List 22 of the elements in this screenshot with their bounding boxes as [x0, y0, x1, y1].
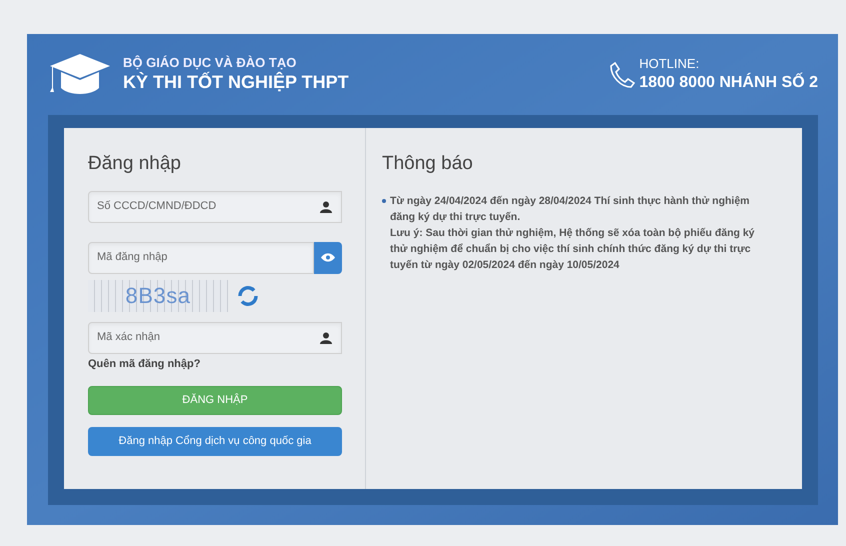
hotline-number: 1800 8000 NHÁNH SỐ 2 — [639, 72, 818, 93]
forgot-code-link[interactable]: Quên mã đăng nhập? — [88, 356, 200, 372]
refresh-icon[interactable] — [236, 284, 260, 308]
captcha-text: 8B3sa — [125, 282, 191, 310]
login-button[interactable]: ĐĂNG NHẬP — [88, 386, 342, 415]
bullet-icon — [382, 198, 386, 202]
notice-text: Từ ngày 24/04/2024 đến ngày 28/04/2024 Thí sinh thực hành thử nghiệm đăng ký dự thi trực tuyến. — [390, 194, 751, 224]
hotline-label: HOTLINE: — [639, 56, 700, 73]
input-field[interactable]: Mã xác nhận — [88, 322, 342, 354]
input-field[interactable]: Mã đăng nhập — [88, 242, 314, 274]
ministry-name: BỘ GIÁO DỤC VÀ ĐÀO TẠO — [123, 55, 298, 72]
login-title: Đăng nhập — [88, 152, 182, 176]
input-field[interactable]: Số CCCD/CMND/ĐDCD — [88, 190, 342, 222]
notices-title: Thông báo — [382, 152, 474, 176]
exam-title: KỲ THI TỐT NGHIỆP THPT — [123, 71, 349, 94]
eye-icon — [321, 253, 335, 262]
show-password-button[interactable] — [314, 242, 342, 274]
national-portal-button[interactable]: Đăng nhập Cổng dịch vụ công quốc gia — [88, 427, 342, 456]
user-icon — [320, 200, 332, 212]
user-icon — [320, 332, 332, 344]
phone-icon — [609, 60, 636, 88]
notice-text: Lưu ý: Sau thời gian thử nghiệm, Hệ thống sẽ xóa toàn bộ phiếu đăng ký thử nghiệm để chuẩn bị cho việc thí sinh chính thức đăng ký dự thi trực tuyến từ ngày 02/05/2024 đến ngày 10/05/2024 — [390, 226, 756, 272]
